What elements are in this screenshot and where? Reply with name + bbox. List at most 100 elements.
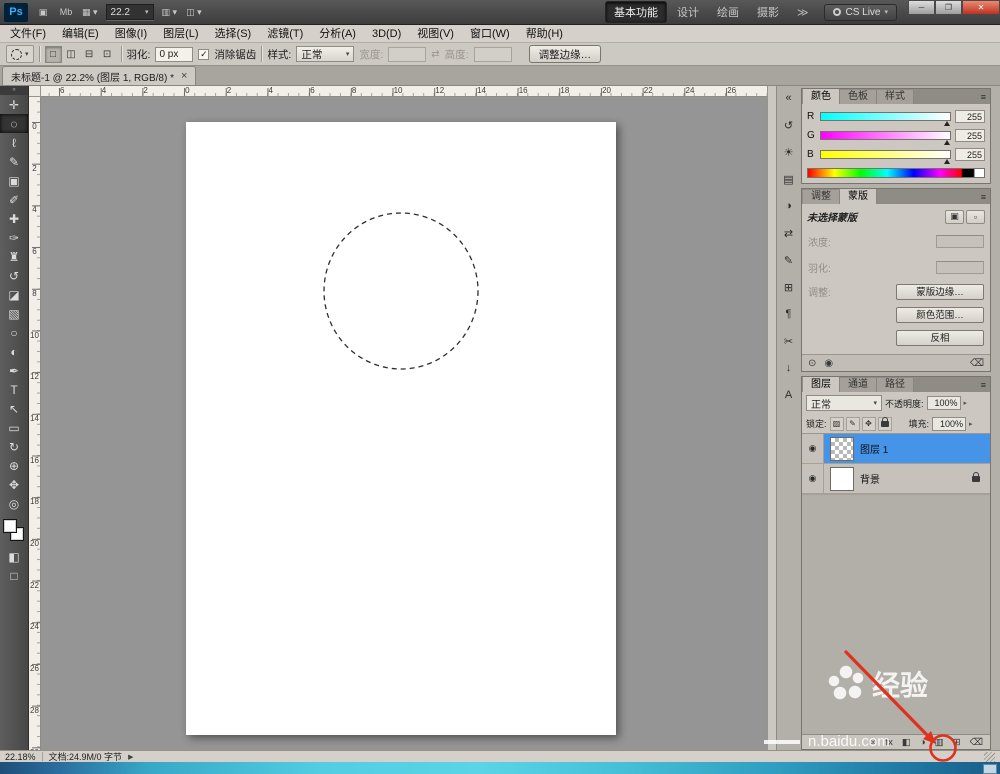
layers-panel-tab-2[interactable]: 通道 <box>840 378 877 392</box>
launch-mini-bridge-icon[interactable]: Mb <box>56 3 76 21</box>
menu-item[interactable]: 图层(L) <box>155 25 206 43</box>
launch-bridge-icon[interactable]: ▣ <box>33 3 53 21</box>
collapse-dock-icon[interactable]: « <box>780 89 798 107</box>
adjustments-panel-icon[interactable]: ☀ <box>780 143 798 161</box>
arrange-documents-icon[interactable]: ▥ ▾ <box>159 3 181 21</box>
screen-mode-button[interactable]: □ <box>0 566 28 585</box>
quick-mask-button[interactable]: ◧ <box>0 547 28 566</box>
panel-menu-icon[interactable]: ≡ <box>981 192 986 202</box>
zoom-tool[interactable]: ◎ <box>0 494 28 513</box>
gradient-tool[interactable]: ▧ <box>0 304 28 323</box>
lasso-tool[interactable]: ℓ <box>0 133 28 152</box>
masks-panel-tab-1[interactable]: 调整 <box>803 190 840 204</box>
mask-from-selection-icon[interactable]: ⊙ <box>808 358 816 369</box>
screen-mode-icon[interactable]: ◫ ▾ <box>183 3 205 21</box>
restore-button[interactable]: ❐ <box>935 0 962 15</box>
history-panel-icon[interactable]: ↺ <box>780 116 798 134</box>
new-group-icon[interactable]: ▥ <box>935 737 944 748</box>
channel-value-input[interactable]: 255 <box>955 110 985 123</box>
channel-value-input[interactable]: 255 <box>955 129 985 142</box>
menu-item[interactable]: 文件(F) <box>2 25 54 43</box>
vertical-scrollbar[interactable] <box>767 86 776 750</box>
mask-view-icon[interactable]: ◉ <box>824 358 833 369</box>
channel-slider[interactable] <box>820 131 951 140</box>
status-zoom-input[interactable]: 22.18% <box>5 752 36 762</box>
move-tool[interactable]: ✛ <box>0 95 28 114</box>
minimize-button[interactable]: ─ <box>908 0 935 15</box>
opacity-spinner-icon[interactable]: ▸ <box>964 399 968 407</box>
layer-thumbnail[interactable] <box>830 467 854 491</box>
character-panel-icon[interactable]: A <box>780 386 798 404</box>
cs-live-button[interactable]: CS Live ▾ <box>824 4 897 21</box>
paragraph-panel-icon[interactable]: ¶ <box>780 305 798 323</box>
eye-icon[interactable]: ◉ <box>809 443 817 454</box>
color-panel-tab-2[interactable]: 色板 <box>840 90 877 104</box>
menu-item[interactable]: 视图(V) <box>409 25 462 43</box>
channel-slider[interactable] <box>820 112 951 121</box>
add-vector-mask-icon[interactable]: ▫ <box>966 210 985 224</box>
color-panel-tab-1[interactable]: 颜色 <box>803 89 840 104</box>
3d-rotate-tool[interactable]: ↻ <box>0 437 28 456</box>
brush-tool[interactable]: ✑ <box>0 228 28 247</box>
fill-spinner-icon[interactable]: ▸ <box>969 420 973 428</box>
menu-item[interactable]: 窗口(W) <box>462 25 518 43</box>
menu-item[interactable]: 图像(I) <box>107 25 155 43</box>
workspace-overflow-button[interactable]: ≫ <box>792 6 814 19</box>
blur-tool[interactable]: ○ <box>0 323 28 342</box>
layer-row[interactable]: ◉背景 <box>802 464 990 494</box>
lock-transparency-icon[interactable]: ▨ <box>830 417 844 431</box>
collapse-tools-icon[interactable]: « <box>0 86 28 95</box>
panel-menu-icon[interactable]: ≡ <box>981 92 986 102</box>
channel-slider[interactable] <box>820 150 951 159</box>
antialias-checkbox[interactable]: ✓ <box>198 49 209 60</box>
status-menu-icon[interactable]: ▶ <box>128 753 133 761</box>
menu-item[interactable]: 选择(S) <box>207 25 260 43</box>
panel-menu-icon[interactable]: ≡ <box>981 380 986 390</box>
foreground-color-swatch[interactable] <box>3 519 17 533</box>
styles-panel-icon[interactable]: ▤ <box>780 170 798 188</box>
eyedropper-tool[interactable]: ✐ <box>0 190 28 209</box>
clone-stamp-tool[interactable]: ♜ <box>0 247 28 266</box>
new-selection-mode-icon[interactable]: □ <box>45 46 62 63</box>
workspace-button[interactable]: 绘画 <box>709 2 747 22</box>
layer-row[interactable]: ◉图层 1 <box>802 434 990 464</box>
document-tab[interactable]: 未标题-1 @ 22.2% (图层 1, RGB/8) * × <box>2 66 196 85</box>
clone-source-panel-icon[interactable]: ⊞ <box>780 278 798 296</box>
link-layers-icon[interactable]: ∞ <box>870 737 877 748</box>
menu-item[interactable]: 3D(D) <box>364 25 409 43</box>
histogram-panel-icon[interactable]: ⇄ <box>780 224 798 242</box>
masks-panel-tab-2[interactable]: 蒙版 <box>840 189 877 204</box>
layer-thumbnail[interactable] <box>830 437 854 461</box>
slider-marker-icon[interactable] <box>944 121 950 126</box>
tool-preset-picker[interactable]: ▾ <box>6 45 34 63</box>
pen-tool[interactable]: ✒ <box>0 361 28 380</box>
view-extras-icon[interactable]: ▦ ▾ <box>79 3 101 21</box>
style-select[interactable]: 正常 ▾ <box>296 46 354 62</box>
add-pixel-mask-icon[interactable]: ▣ <box>945 210 964 224</box>
hand-tool[interactable]: ✥ <box>0 475 28 494</box>
canvas[interactable] <box>41 97 767 750</box>
elliptical-marquee-tool[interactable]: ◌ <box>0 114 28 133</box>
invert-button[interactable]: 反相 <box>896 330 984 346</box>
crop-tool[interactable]: ▣ <box>0 171 28 190</box>
intersect-selection-mode-icon[interactable]: ⊡ <box>99 46 116 63</box>
lock-all-icon[interactable] <box>878 417 892 431</box>
quick-selection-tool[interactable]: ✎ <box>0 152 28 171</box>
channel-value-input[interactable]: 255 <box>955 148 985 161</box>
color-range-button[interactable]: 颜色范围… <box>896 307 984 323</box>
new-adjustment-layer-icon[interactable]: ◑ <box>920 737 926 748</box>
refine-edge-button[interactable]: 调整边缘… <box>529 45 602 63</box>
layers-panel-tab-3[interactable]: 路径 <box>877 378 914 392</box>
navigator-panel-icon[interactable]: ✎ <box>780 251 798 269</box>
delete-mask-icon[interactable]: ⌫ <box>970 358 984 369</box>
menu-item[interactable]: 帮助(H) <box>518 25 571 43</box>
slider-marker-icon[interactable] <box>944 159 950 164</box>
3d-orbit-tool[interactable]: ⊕ <box>0 456 28 475</box>
path-selection-tool[interactable]: ↖ <box>0 399 28 418</box>
eye-icon[interactable]: ◉ <box>809 473 817 484</box>
photoshop-logo-icon[interactable]: Ps <box>4 3 28 22</box>
history-brush-tool[interactable]: ↺ <box>0 266 28 285</box>
type-tool[interactable]: T <box>0 380 28 399</box>
document-page[interactable] <box>186 122 616 735</box>
fill-input[interactable]: 100% <box>932 417 966 431</box>
